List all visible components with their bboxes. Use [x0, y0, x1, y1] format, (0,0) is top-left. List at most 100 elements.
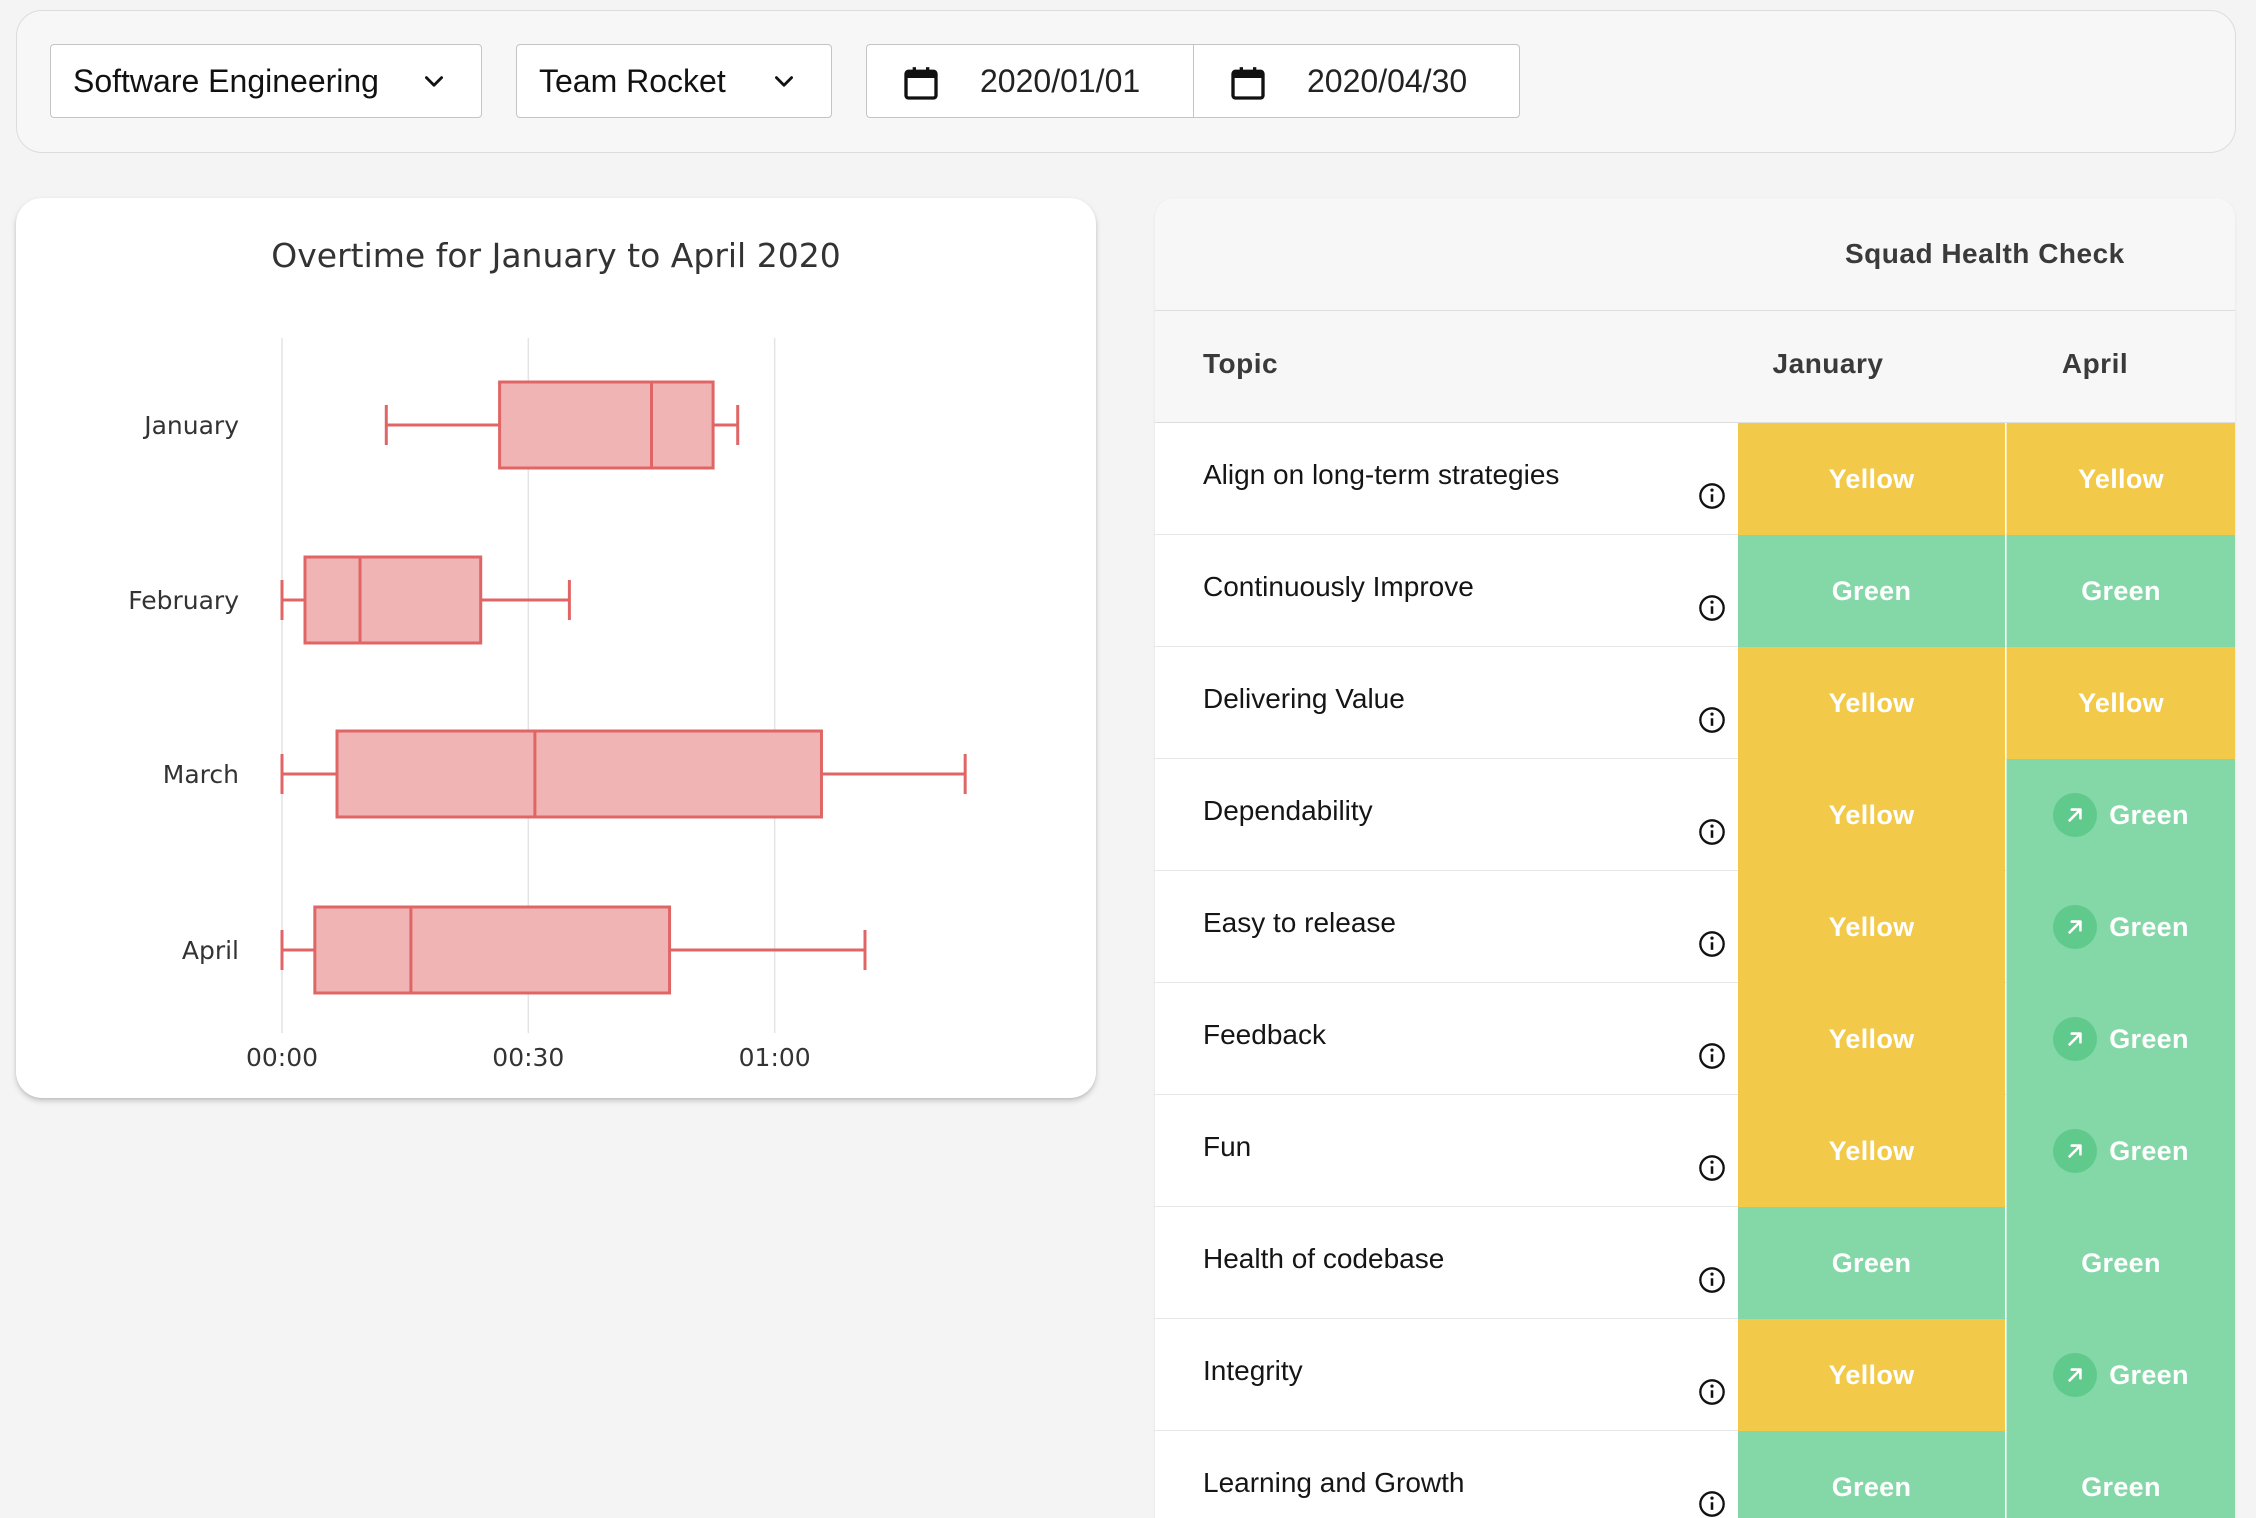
january-status-cell: Green: [1738, 1431, 2005, 1518]
x-tick-label: 00:30: [492, 1043, 564, 1072]
arrow-up-right-icon: [2053, 1129, 2098, 1173]
april-status-cell: Green: [2006, 1319, 2235, 1431]
chart-title: Overtime for January to April 2020: [271, 236, 840, 275]
january-status-cell: Yellow: [1738, 983, 2005, 1095]
team-select[interactable]: Team Rocket: [516, 44, 832, 118]
y-category-label: April: [182, 936, 239, 965]
start-date-value: 2020/01/01: [980, 63, 1141, 99]
table-row: Dependability Yellow Green: [1155, 759, 2235, 871]
january-status: Green: [1831, 575, 1912, 606]
january-status: Yellow: [1828, 687, 1915, 718]
topic-label: Dependability: [1203, 795, 1373, 826]
chevron-down-icon: [425, 76, 443, 87]
column-header-january: January: [1772, 348, 1884, 379]
january-status-cell: Yellow: [1738, 871, 2005, 983]
topic-label: Delivering Value: [1203, 683, 1405, 714]
topic-label: Align on long-term strategies: [1203, 459, 1560, 490]
calendar-icon: [904, 67, 938, 100]
table-row: Feedback Yellow Green: [1155, 983, 2235, 1095]
info-icon[interactable]: [1698, 1378, 1726, 1406]
april-status: Yellow: [2078, 463, 2164, 494]
january-status-cell: Green: [1738, 535, 2005, 647]
january-status: Yellow: [1828, 463, 1915, 494]
arrow-up-right-icon: [2053, 905, 2098, 949]
box-february[interactable]: [280, 555, 571, 645]
january-status-cell: Green: [1738, 1207, 2005, 1319]
table-row: Health of codebase Green Green: [1155, 1207, 2235, 1319]
start-date-field[interactable]: 2020/01/01: [867, 45, 1193, 117]
april-status-cell: Green: [2006, 1095, 2235, 1207]
table-title-row: Squad Health Check: [1155, 198, 2235, 311]
january-status: Green: [1831, 1247, 1912, 1278]
april-status-cell: Yellow: [2006, 423, 2235, 535]
january-status-cell: Yellow: [1738, 647, 2005, 759]
topic-label: Feedback: [1203, 1019, 1326, 1050]
january-status-cell: Yellow: [1738, 759, 2005, 871]
info-icon[interactable]: [1698, 818, 1726, 846]
january-status: Yellow: [1828, 799, 1915, 830]
topic-label: Easy to release: [1203, 907, 1396, 938]
box-march[interactable]: [280, 729, 967, 819]
april-status-cell: Green: [2006, 983, 2235, 1095]
april-status: Green: [2109, 1359, 2189, 1390]
topic-label: Continuously Improve: [1203, 571, 1474, 602]
team-select-value: Team Rocket: [539, 62, 726, 99]
filter-bar: Software Engineering Team Rocket 2020/01…: [16, 10, 2236, 153]
april-status: Green: [2109, 799, 2189, 830]
table-header-row: Topic January April: [1155, 311, 2235, 423]
calendar-icon: [1231, 67, 1265, 100]
y-category-label: March: [163, 760, 239, 789]
january-status-cell: Yellow: [1738, 1095, 2005, 1207]
end-date-value: 2020/04/30: [1307, 63, 1468, 99]
table-row: Integrity Yellow Green: [1155, 1319, 2235, 1431]
april-status: Yellow: [2078, 687, 2164, 718]
overtime-box-plot: Overtime for January to April 2020 Janua…: [128, 236, 967, 1072]
january-status: Yellow: [1828, 1023, 1915, 1054]
column-header-topic: Topic: [1203, 348, 1279, 379]
info-icon[interactable]: [1698, 930, 1726, 958]
info-icon[interactable]: [1698, 1154, 1726, 1182]
april-status-cell: Green: [2006, 871, 2235, 983]
january-status: Yellow: [1828, 1359, 1915, 1390]
january-status: Yellow: [1828, 1135, 1915, 1166]
arrow-up-right-icon: [2053, 793, 2098, 837]
y-category-label: January: [142, 411, 239, 440]
box-iqr: [335, 729, 823, 819]
april-status: Green: [2109, 1023, 2189, 1054]
column-header-april: April: [2061, 348, 2129, 379]
info-icon[interactable]: [1698, 594, 1726, 622]
april-status-cell: Green: [2006, 759, 2235, 871]
department-select-value: Software Engineering: [73, 62, 379, 99]
box-iqr: [498, 380, 715, 470]
table-row: Delivering Value Yellow Yellow: [1155, 647, 2235, 759]
box-april[interactable]: [280, 905, 867, 995]
april-status: Green: [2081, 575, 2161, 606]
arrow-up-right-icon: [2053, 1017, 2098, 1061]
x-tick-label: 00:00: [246, 1043, 318, 1072]
january-status: Yellow: [1828, 911, 1915, 942]
april-status: Green: [2081, 1471, 2161, 1502]
table-title: Squad Health Check: [1845, 238, 2125, 269]
january-status-cell: Yellow: [1738, 423, 2005, 535]
x-tick-label: 01:00: [739, 1043, 811, 1072]
info-icon[interactable]: [1698, 1490, 1726, 1518]
info-icon[interactable]: [1698, 1042, 1726, 1070]
squad-health-table: Squad Health Check Topic January April A…: [1155, 198, 2235, 1518]
department-select[interactable]: Software Engineering: [50, 44, 482, 118]
april-status-cell: Green: [2006, 1207, 2235, 1319]
january-status: Green: [1831, 1471, 1912, 1502]
chevron-down-icon: [775, 76, 793, 87]
y-category-label: February: [128, 586, 239, 615]
table-row: Learning and Growth Green Green: [1155, 1431, 2235, 1518]
topic-label: Fun: [1203, 1131, 1252, 1162]
end-date-field[interactable]: 2020/04/30: [1193, 45, 1519, 117]
box-january[interactable]: [384, 380, 740, 470]
april-status: Green: [2109, 911, 2189, 942]
info-icon[interactable]: [1698, 706, 1726, 734]
box-iqr: [303, 555, 483, 645]
january-status-cell: Yellow: [1738, 1319, 2005, 1431]
info-icon[interactable]: [1698, 1266, 1726, 1294]
table-row: Align on long-term strategies Yellow Yello…: [1155, 423, 2235, 535]
info-icon[interactable]: [1698, 482, 1726, 510]
april-status-cell: Green: [2006, 535, 2235, 647]
